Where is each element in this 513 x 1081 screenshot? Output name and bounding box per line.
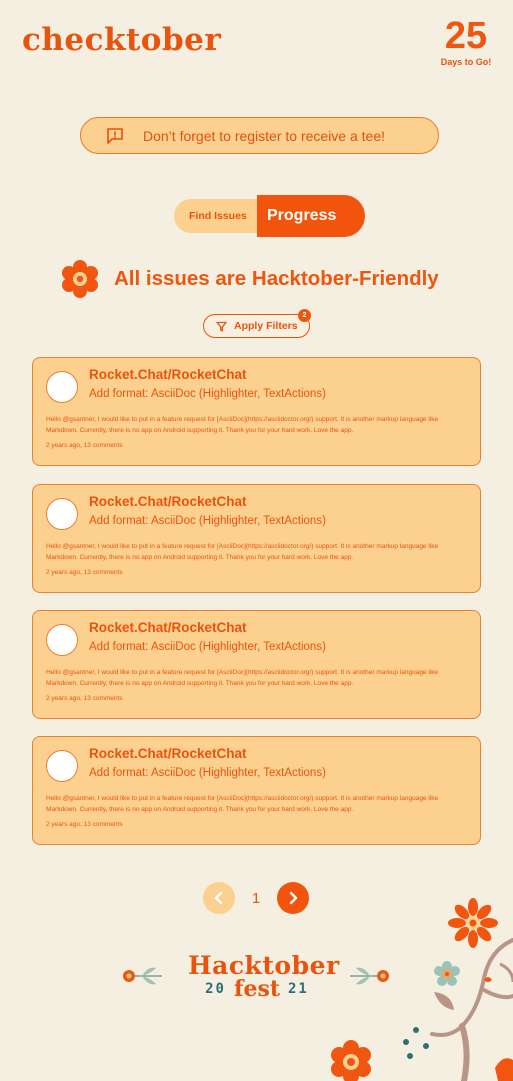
issue-body: Hello @gsantner, I would like to put in … [46, 669, 439, 687]
repo-avatar [46, 498, 78, 530]
issue-card[interactable]: Rocket.Chat/RocketChat Add format: Ascii… [32, 610, 481, 719]
issue-title[interactable]: Add format: AsciiDoc (Highlighter, TextA… [89, 388, 326, 400]
filter-icon [216, 321, 227, 332]
issue-body: Hello @gsantner, I would like to put in … [46, 543, 439, 561]
countdown: 25 Days to Go! [438, 16, 494, 67]
app-header: checktober 25 Days to Go! [0, 0, 513, 80]
countdown-label: Days to Go! [440, 57, 492, 67]
bottom-flower-icon [331, 1040, 371, 1081]
chevron-left-icon [214, 891, 223, 905]
app-logo[interactable]: checktober [22, 22, 221, 58]
countdown-number: 25 [444, 15, 488, 57]
issue-repo[interactable]: Rocket.Chat/RocketChat [89, 746, 247, 761]
apply-filters-button[interactable]: Apply Filters 2 [203, 309, 311, 338]
issue-title[interactable]: Add format: AsciiDoc (Highlighter, TextA… [89, 515, 326, 527]
issue-card[interactable]: Rocket.Chat/RocketChat Add format: Ascii… [32, 484, 481, 593]
section-title: All issues are Hacktober-Friendly [114, 267, 439, 290]
issue-meta: 2 years ago, 13 comments [46, 442, 123, 449]
pagination: 1 [203, 882, 309, 914]
chevron-right-icon [289, 891, 298, 905]
next-page-button[interactable] [277, 882, 309, 914]
issue-meta: 2 years ago, 13 comments [46, 695, 123, 702]
alert-icon [105, 126, 125, 146]
section-heading: All issues are Hacktober-Friendly [61, 260, 439, 298]
register-banner[interactable]: Don’t forget to register to receive a te… [80, 117, 439, 154]
repo-avatar [46, 750, 78, 782]
issue-repo[interactable]: Rocket.Chat/RocketChat [89, 620, 247, 635]
view-tabs: Find Issues Progress [174, 195, 365, 237]
footer-year-left: 20 [205, 981, 226, 997]
issue-title[interactable]: Add format: AsciiDoc (Highlighter, TextA… [89, 641, 326, 653]
vine-decoration-icon [403, 938, 513, 1081]
issue-repo[interactable]: Rocket.Chat/RocketChat [89, 494, 247, 509]
hacktoberfest-logo: Hacktober 20 fest 21 [188, 951, 339, 1002]
issue-meta: 2 years ago, 13 comments [46, 569, 123, 576]
banner-text: Don’t forget to register to receive a te… [143, 127, 386, 144]
issue-card[interactable]: Rocket.Chat/RocketChat Add format: Ascii… [32, 357, 481, 466]
filter-label: Apply Filters [234, 320, 298, 332]
issue-card[interactable]: Rocket.Chat/RocketChat Add format: Ascii… [32, 736, 481, 845]
sprig-left-icon [123, 967, 162, 985]
repo-avatar [46, 371, 78, 403]
prev-page-button[interactable] [203, 882, 235, 914]
repo-avatar [46, 624, 78, 656]
footer-logo-line2: fest [233, 976, 280, 1002]
issue-body: Hello @gsantner, I would like to put in … [46, 416, 439, 434]
footer-year-right: 21 [288, 981, 309, 997]
filter-count-badge: 2 [298, 309, 311, 322]
current-page[interactable]: 1 [235, 890, 277, 907]
issue-body: Hello @gsantner, I would like to put in … [46, 795, 439, 813]
tab-progress[interactable]: Progress [257, 195, 365, 237]
sprig-right-icon [350, 967, 389, 985]
issue-title[interactable]: Add format: AsciiDoc (Highlighter, TextA… [89, 767, 326, 779]
issue-repo[interactable]: Rocket.Chat/RocketChat [89, 367, 247, 382]
flower-icon [62, 260, 98, 298]
issue-meta: 2 years ago, 13 comments [46, 821, 123, 828]
